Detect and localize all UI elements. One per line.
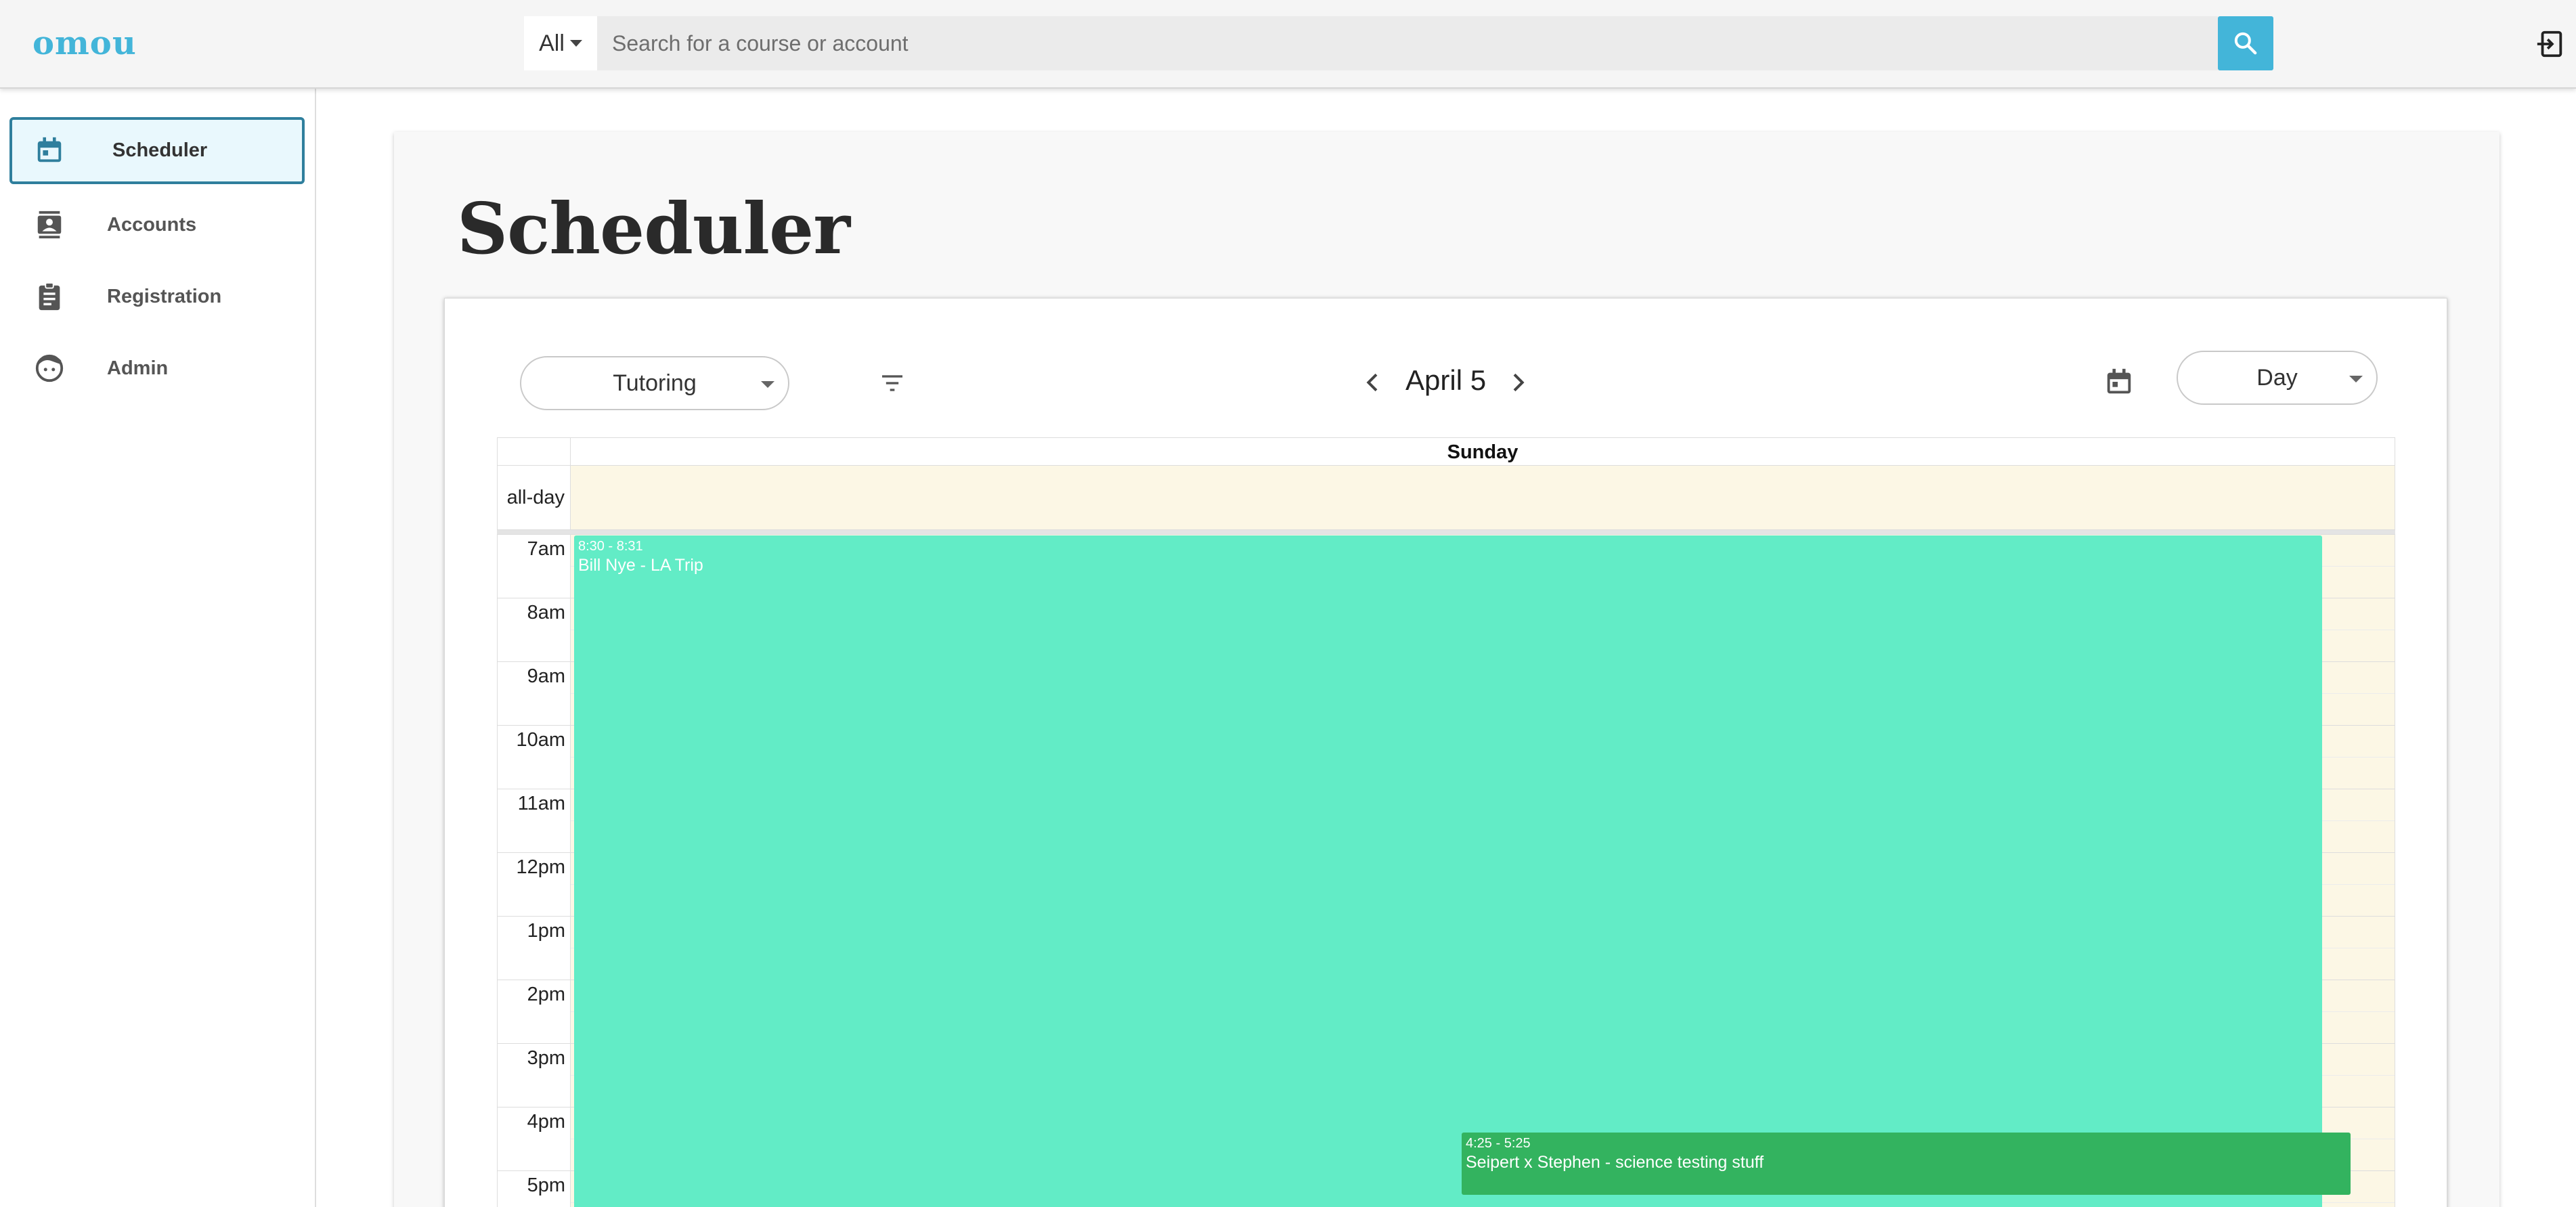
type-select[interactable]: Tutoring [520, 356, 789, 410]
sidebar-item-label: Admin [107, 357, 169, 379]
hour-label: 5pm [527, 1175, 565, 1196]
search-scope-dropdown[interactable]: All [524, 16, 597, 70]
event-time: 8:30 - 8:31 [578, 539, 643, 554]
filter-icon[interactable] [877, 370, 907, 397]
page-title: Scheduler [457, 187, 850, 270]
app-logo[interactable]: omou [32, 24, 137, 62]
search-input[interactable] [597, 16, 2218, 70]
contacts-icon [37, 211, 62, 239]
type-select-value: Tutoring [613, 370, 697, 396]
search-icon [2234, 32, 2257, 55]
logout-icon[interactable] [2535, 28, 2566, 60]
event-time: 4:25 - 5:25 [1466, 1136, 1531, 1151]
hour-label: 1pm [527, 920, 565, 942]
clipboard-icon [39, 282, 60, 311]
current-date-label: April 5 [1405, 364, 1487, 396]
caret-down-icon [2349, 376, 2363, 382]
view-select[interactable]: Day [2177, 351, 2378, 405]
all-day-row: all-day [497, 466, 2395, 530]
hour-label: 4pm [527, 1111, 565, 1133]
day-header: Sunday [1447, 441, 1519, 463]
sidebar-item-label: Accounts [107, 214, 197, 236]
view-select-value: Day [2256, 364, 2298, 391]
sidebar: Scheduler Accounts Registration Admin [0, 89, 316, 1207]
sidebar-item-label: Registration [107, 286, 222, 307]
all-day-cell[interactable] [571, 466, 2395, 529]
hour-label: 9am [527, 665, 565, 687]
chevron-left-icon[interactable] [1359, 369, 1387, 396]
search-button[interactable] [2218, 16, 2273, 70]
search-bar: All [524, 16, 2273, 70]
event-title: Bill Nye - LA Trip [578, 556, 703, 575]
sidebar-item-admin[interactable]: Admin [9, 335, 305, 402]
sidebar-item-scheduler[interactable]: Scheduler [9, 117, 305, 184]
search-scope-label: All [539, 30, 565, 56]
time-grid: 7am 8am 9am 10am 11am 12pm 1pm 2pm 3pm 4pm 5pm 8:30… [497, 534, 2395, 1207]
event-title: Seipert x Stephen - science testing stuf… [1466, 1153, 1764, 1172]
caret-down-icon [761, 381, 774, 388]
calendar-event[interactable]: 8:30 - 8:31 Bill Nye - LA Trip [574, 535, 2322, 1207]
sidebar-item-accounts[interactable]: Accounts [9, 192, 305, 259]
hour-label: 8am [527, 602, 565, 623]
hour-label: 2pm [527, 984, 565, 1005]
hour-label: 12pm [516, 856, 565, 878]
hour-label: 10am [516, 729, 565, 751]
hour-gridline [498, 534, 2395, 535]
sidebar-item-label: Scheduler [112, 139, 208, 161]
hour-label: 3pm [527, 1047, 565, 1069]
face-icon [35, 354, 64, 382]
caret-down-icon [569, 40, 582, 47]
sidebar-item-registration[interactable]: Registration [9, 263, 305, 330]
date-picker-icon[interactable] [2103, 366, 2135, 397]
calendar-icon [37, 137, 62, 162]
top-bar: omou All [0, 0, 2576, 89]
header-gutter [498, 438, 571, 466]
calendar-event[interactable]: 4:25 - 5:25 Seipert x Stephen - science t… [1462, 1133, 2351, 1195]
chevron-right-icon[interactable] [1504, 369, 1531, 396]
day-calendar: Sunday all-day 7am 8am 9am 10am 11am 12pm 1pm 2… [497, 437, 2395, 1207]
hour-label: 7am [527, 538, 565, 560]
hour-label: 11am [517, 793, 565, 814]
all-day-label: all-day [498, 466, 571, 529]
calendar-header: Sunday [497, 437, 2395, 466]
